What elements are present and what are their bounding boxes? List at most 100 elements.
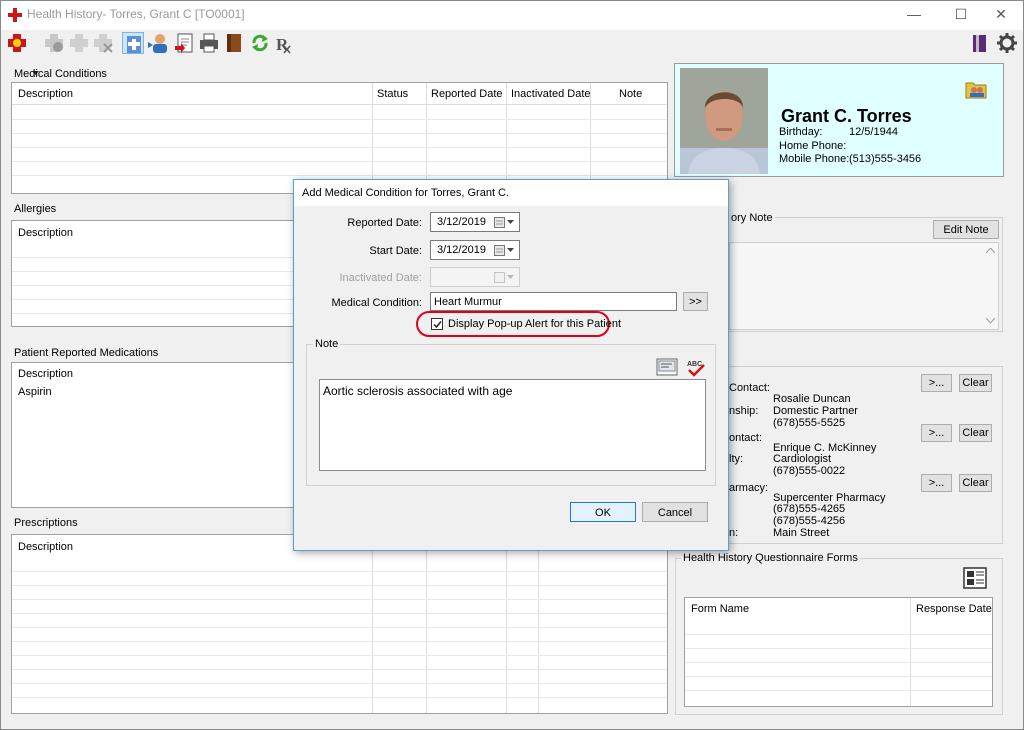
specialty-value: Cardiologist	[773, 453, 832, 465]
patient-name: Grant C. Torres	[781, 106, 912, 126]
pharmacy-fax: (678)555-4256	[773, 515, 846, 527]
birthday-value: 12/5/1944	[849, 126, 898, 138]
physician-phone: (678)555-0022	[773, 465, 846, 477]
book-icon[interactable]	[223, 32, 245, 54]
column-header[interactable]: Reported Date	[431, 88, 503, 100]
calendar-dropdown-icon	[494, 272, 514, 283]
prescriptions-grid[interactable]: Description	[11, 534, 668, 714]
gear-icon[interactable]	[996, 32, 1018, 54]
inactivated-date-picker	[430, 267, 520, 287]
pharmacy-label: armacy:	[729, 482, 769, 494]
note-text: Aortic sclerosis associated with age	[323, 384, 513, 398]
add-medical-condition-dialog: Add Medical Condition for Torres, Grant …	[293, 179, 729, 551]
column-header[interactable]: Description	[18, 541, 73, 553]
reported-date-picker[interactable]: 3/12/2019	[430, 212, 520, 232]
select-pharmacy-button[interactable]: >...	[921, 474, 952, 492]
patient-icon[interactable]	[148, 32, 170, 54]
specialty-label: lty:	[729, 453, 744, 465]
emergency-contact-phone: (678)555-5525	[773, 417, 846, 429]
mobile-phone-label: Mobile Phone:	[779, 153, 850, 165]
svg-text:R: R	[276, 35, 289, 54]
medical-condition-value: Heart Murmur	[434, 296, 502, 308]
medical-history-icon[interactable]	[122, 32, 144, 54]
location-label: n:	[729, 527, 739, 539]
column-header[interactable]: Form Name	[691, 603, 749, 615]
emergency-contact-label: Contact:	[729, 382, 770, 394]
medical-conditions-label: Medical Conditions	[14, 68, 107, 80]
start-date-value: 3/12/2019	[437, 244, 486, 256]
document-export-icon[interactable]	[173, 32, 195, 54]
history-note-label: ory Note	[729, 212, 775, 224]
refresh-icon[interactable]	[249, 32, 271, 54]
patient-meds-grid[interactable]: Description Aspirin	[11, 362, 294, 508]
rx-icon[interactable]: R	[274, 32, 296, 54]
emergency-contact-name: Rosalie Duncan	[773, 393, 851, 405]
form-list-icon[interactable]	[963, 567, 987, 589]
questionnaire-label: Health History Questionnaire Forms	[681, 552, 860, 564]
cancel-button[interactable]: Cancel	[642, 502, 708, 522]
close-button[interactable]: ✕	[978, 0, 1024, 30]
inactivated-date-label: Inactivated Date:	[339, 272, 422, 284]
column-header[interactable]: Description	[18, 227, 73, 239]
relationship-label: nship:	[729, 405, 759, 417]
patient-photo	[680, 68, 768, 174]
column-header[interactable]: Inactivated Date	[511, 88, 591, 100]
questionnaire-grid[interactable]: Form Name Response Date	[684, 597, 993, 707]
medical-conditions-grid[interactable]: Description Status Reported Date Inactiv…	[11, 82, 668, 194]
reported-date-value: 3/12/2019	[437, 216, 486, 228]
printer-icon[interactable]	[198, 32, 220, 54]
edit-condition-icon[interactable]	[43, 32, 65, 54]
browse-conditions-button[interactable]: >>	[683, 292, 708, 311]
column-header[interactable]: Description	[18, 368, 73, 380]
patient-folder-icon[interactable]	[965, 79, 987, 99]
add-condition-icon[interactable]	[6, 32, 28, 54]
spell-check-icon[interactable]: ABC	[686, 357, 706, 377]
reported-date-label: Reported Date:	[347, 217, 422, 229]
history-note-text	[729, 242, 999, 330]
patient-meds-label: Patient Reported Medications	[14, 347, 159, 359]
physician-contact-label: ontact:	[729, 432, 763, 444]
insert-template-icon[interactable]	[656, 358, 678, 376]
window-title: Health History- Torres, Grant C [TO0001]	[27, 7, 245, 21]
allergies-label: Allergies	[14, 203, 57, 215]
clear-emergency-contact-button[interactable]: Clear	[959, 374, 992, 392]
clear-pharmacy-button[interactable]: Clear	[959, 474, 992, 492]
pharmacy-address: Main Street	[773, 527, 830, 539]
scroll-down-icon[interactable]	[986, 318, 995, 324]
relationship-value: Domestic Partner	[773, 405, 858, 417]
column-header[interactable]: Note	[619, 88, 642, 100]
edit-note-button[interactable]: Edit Note	[933, 220, 999, 239]
delete-condition-icon[interactable]	[92, 32, 114, 54]
scroll-up-icon[interactable]	[986, 248, 995, 254]
book-exit-icon[interactable]	[970, 32, 992, 54]
ok-button[interactable]: OK	[570, 502, 636, 522]
health-cross-icon	[8, 8, 22, 22]
column-header[interactable]: Status	[377, 88, 408, 100]
minimize-button[interactable]: —	[891, 0, 937, 30]
note-label: Note	[313, 338, 341, 350]
column-header[interactable]: Description	[18, 88, 73, 100]
prescriptions-label: Prescriptions	[14, 517, 78, 529]
popup-alert-checkbox[interactable]	[431, 318, 443, 330]
copy-condition-icon[interactable]	[68, 32, 90, 54]
medical-condition-input[interactable]: Heart Murmur	[430, 292, 677, 311]
calendar-dropdown-icon[interactable]	[494, 217, 516, 228]
dialog-title-bar: Add Medical Condition for Torres, Grant …	[294, 180, 728, 206]
column-header[interactable]: Response Date	[916, 603, 992, 615]
popup-alert-label[interactable]: Display Pop-up Alert for this Patient	[448, 318, 621, 330]
select-emergency-contact-button[interactable]: >...	[921, 374, 952, 392]
clear-physician-button[interactable]: Clear	[959, 424, 992, 442]
svg-text:ABC: ABC	[687, 361, 702, 368]
calendar-dropdown-icon[interactable]	[494, 245, 516, 256]
toolbar: R	[0, 30, 1024, 75]
dialog-title: Add Medical Condition for Torres, Grant …	[302, 187, 510, 199]
start-date-picker[interactable]: 3/12/2019	[430, 240, 520, 260]
select-physician-button[interactable]: >...	[921, 424, 952, 442]
list-item[interactable]: Aspirin	[18, 386, 52, 398]
note-textarea[interactable]: Aortic sclerosis associated with age	[319, 379, 706, 471]
grid-header: Description Status Reported Date Inactiv…	[12, 83, 667, 105]
allergies-grid[interactable]: Description	[11, 220, 294, 327]
home-phone-label: Home Phone:	[779, 140, 847, 152]
birthday-label: Birthday:	[779, 126, 823, 138]
patient-card: Grant C. Torres Birthday: 12/5/1944 Home…	[674, 63, 1004, 177]
